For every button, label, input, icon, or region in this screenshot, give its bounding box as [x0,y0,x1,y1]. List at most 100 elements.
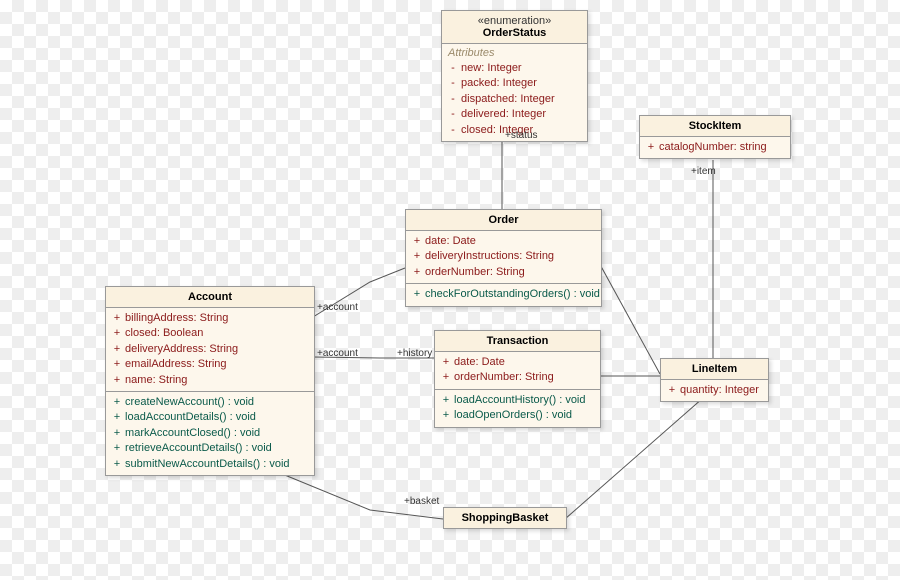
attribute-text: new: Integer [458,62,522,74]
operation-text: loadOpenOrders() : void [451,409,572,421]
visibility: - [448,107,458,122]
visibility: - [448,76,458,91]
class-order[interactable]: Order + date: Date+ deliveryInstructions… [405,209,602,307]
attribute: + closed: Boolean [112,326,308,341]
visibility: + [412,234,422,249]
class-name: LineItem [661,359,768,380]
section-header: Attributes [448,47,581,59]
operation-text: markAccountClosed() : void [122,427,260,439]
operation-text: loadAccountDetails() : void [122,411,256,423]
visibility: + [112,311,122,326]
operation: + markAccountClosed() : void [112,426,308,441]
attributes-section: + billingAddress: String+ closed: Boolea… [106,308,314,392]
class-name: Transaction [435,331,600,352]
op-list: + createNewAccount() : void+ loadAccount… [112,395,308,472]
diagram-canvas: «enumeration» OrderStatus Attributes - n… [0,0,900,580]
visibility: + [112,373,122,388]
class-transaction[interactable]: Transaction + date: Date+ orderNumber: S… [434,330,601,428]
attribute: + orderNumber: String [412,265,595,280]
attribute-text: deliveryInstructions: String [422,250,554,262]
attr-list: + date: Date+ orderNumber: String [441,355,594,386]
attributes-section: Attributes - new: Integer- packed: Integ… [442,44,587,141]
attribute-text: orderNumber: String [451,371,554,383]
attribute: + date: Date [412,234,595,249]
attribute: + date: Date [441,355,594,370]
assoc-label-basket: +basket [404,496,439,507]
attribute: + emailAddress: String [112,357,308,372]
attribute-text: orderNumber: String [422,266,525,278]
class-title: «enumeration» OrderStatus [442,11,587,44]
class-shoppingbasket[interactable]: ShoppingBasket [443,507,567,529]
attribute-text: billingAddress: String [122,312,228,324]
visibility: + [112,395,122,410]
attribute: + name: String [112,373,308,388]
visibility: + [441,408,451,423]
attribute: - new: Integer [448,61,581,76]
attribute-text: name: String [122,374,187,386]
attribute-text: quantity: Integer [677,384,759,396]
attribute: + catalogNumber: string [646,140,784,155]
visibility: + [112,441,122,456]
assoc-label-account-1: +account [317,302,358,313]
attr-list: - new: Integer- packed: Integer- dispatc… [448,61,581,138]
visibility: + [112,426,122,441]
operations-section: + checkForOutstandingOrders() : void [406,284,601,305]
visibility: + [441,355,451,370]
operation-text: retrieveAccountDetails() : void [122,442,272,454]
operation: + retrieveAccountDetails() : void [112,441,308,456]
class-name: StockItem [640,116,790,137]
operations-section: + createNewAccount() : void+ loadAccount… [106,392,314,475]
assoc-label-item: +item [691,166,716,177]
visibility: - [448,123,458,138]
attribute-text: deliveryAddress: String [122,343,238,355]
class-name: OrderStatus [448,27,581,39]
class-name: ShoppingBasket [444,508,566,528]
attr-list: + billingAddress: String+ closed: Boolea… [112,311,308,388]
class-orderstatus[interactable]: «enumeration» OrderStatus Attributes - n… [441,10,588,142]
assoc-label-status: +status [505,130,538,141]
attr-list: + quantity: Integer [667,383,762,398]
visibility: - [448,61,458,76]
visibility: + [412,287,422,302]
visibility: + [112,410,122,425]
op-list: + checkForOutstandingOrders() : void [412,287,595,302]
visibility: + [112,326,122,341]
attribute: + quantity: Integer [667,383,762,398]
visibility: + [112,342,122,357]
operation-text: checkForOutstandingOrders() : void [422,288,600,300]
operation-text: loadAccountHistory() : void [451,394,586,406]
attributes-section: + date: Date+ deliveryInstructions: Stri… [406,231,601,284]
attributes-section: + catalogNumber: string [640,137,790,158]
visibility: + [112,357,122,372]
class-account[interactable]: Account + billingAddress: String+ closed… [105,286,315,476]
attribute-text: closed: Boolean [122,327,203,339]
attr-list: + date: Date+ deliveryInstructions: Stri… [412,234,595,280]
attribute: + orderNumber: String [441,370,594,385]
attribute-text: date: Date [422,235,476,247]
operation: + checkForOutstandingOrders() : void [412,287,595,302]
class-lineitem[interactable]: LineItem + quantity: Integer [660,358,769,402]
visibility: + [646,140,656,155]
assoc-label-account-2: +account [317,348,358,359]
class-name: Order [406,210,601,231]
stereotype: «enumeration» [448,15,581,27]
attribute: + deliveryAddress: String [112,342,308,357]
attribute-text: catalogNumber: string [656,141,767,153]
operations-section: + loadAccountHistory() : void+ loadOpenO… [435,390,600,427]
attribute-text: dispatched: Integer [458,93,555,105]
operation: + loadOpenOrders() : void [441,408,594,423]
operation: + submitNewAccountDetails() : void [112,457,308,472]
attribute-text: packed: Integer [458,77,537,89]
operation: + createNewAccount() : void [112,395,308,410]
attribute: - delivered: Integer [448,107,581,122]
attributes-section: + quantity: Integer [661,380,768,401]
attribute-text: emailAddress: String [122,358,227,370]
visibility: + [667,383,677,398]
visibility: + [441,393,451,408]
class-name: Account [106,287,314,308]
operation: + loadAccountDetails() : void [112,410,308,425]
class-stockitem[interactable]: StockItem + catalogNumber: string [639,115,791,159]
visibility: + [441,370,451,385]
attribute-text: date: Date [451,356,505,368]
visibility: - [448,92,458,107]
